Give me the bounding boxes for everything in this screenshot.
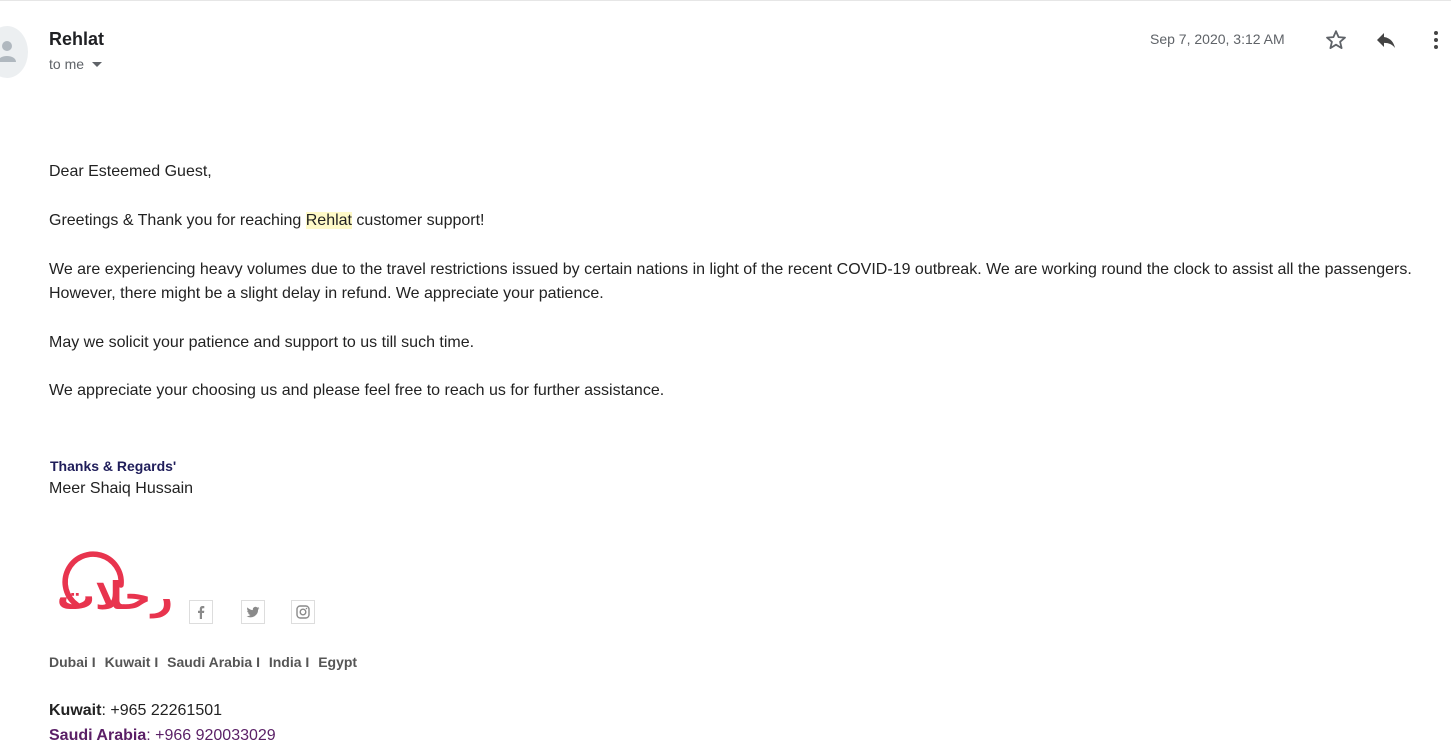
greeting-text: Dear Esteemed Guest, bbox=[49, 163, 212, 180]
contact-phone[interactable]: : +966 920033029 bbox=[146, 727, 275, 744]
country-list: Dubai I Kuwait I Saudi Arabia I India I … bbox=[49, 654, 362, 670]
person-icon bbox=[0, 41, 16, 62]
instagram-link[interactable] bbox=[291, 600, 315, 624]
facebook-icon bbox=[198, 606, 205, 619]
body-paragraph-line-2: However, there might be a slight delay i… bbox=[49, 285, 604, 302]
country-item: Egypt bbox=[318, 654, 358, 670]
facebook-link[interactable] bbox=[189, 600, 213, 624]
greeting-line: Greetings & Thank you for reaching Rehla… bbox=[49, 209, 484, 233]
sender-avatar[interactable] bbox=[0, 26, 28, 78]
highlighted-brand: Rehlat bbox=[305, 212, 352, 229]
top-divider bbox=[0, 0, 1451, 1]
contact-phone[interactable]: : +965 22261501 bbox=[101, 702, 222, 719]
reply-button[interactable] bbox=[1372, 26, 1400, 54]
contact-country: Saudi Arabia bbox=[49, 727, 147, 744]
country-item: India I bbox=[268, 654, 310, 670]
body-paragraph-line-1: We are experiencing heavy volumes due to… bbox=[49, 261, 1412, 278]
reply-icon bbox=[1377, 33, 1395, 48]
message-date: Sep 7, 2020, 3:12 AM bbox=[1150, 31, 1285, 47]
country-item: Kuwait I bbox=[104, 654, 159, 670]
country-item: Saudi Arabia I bbox=[167, 654, 260, 670]
logo-wordmark: رحلات bbox=[57, 574, 173, 618]
more-options-button[interactable] bbox=[1422, 26, 1450, 54]
twitter-link[interactable] bbox=[241, 600, 265, 624]
sender-name[interactable]: Rehlat bbox=[49, 29, 104, 50]
contact-saudi-arabia: Saudi Arabia: +966 920033029 bbox=[49, 727, 276, 745]
country-item: Dubai I bbox=[49, 654, 96, 670]
star-button[interactable] bbox=[1322, 26, 1350, 54]
contact-kuwait: Kuwait: +965 22261501 bbox=[49, 702, 222, 720]
recipient-details-toggle[interactable]: to me bbox=[49, 56, 103, 72]
contact-country: Kuwait bbox=[49, 702, 102, 719]
body-paragraph-4: We appreciate your choosing us and pleas… bbox=[49, 382, 665, 399]
greeting-line-start: Greetings & Thank you for reaching bbox=[49, 212, 306, 229]
signature-regards: Thanks & Regards' bbox=[50, 458, 177, 474]
greeting-line-end: customer support! bbox=[351, 212, 485, 229]
instagram-icon bbox=[296, 605, 310, 619]
star-icon bbox=[1326, 30, 1346, 49]
signature-name: Meer Shaiq Hussain bbox=[49, 480, 194, 497]
more-vert-icon bbox=[1434, 31, 1438, 49]
twitter-icon bbox=[246, 606, 260, 618]
rehlat-logo[interactable]: رحلات bbox=[55, 545, 180, 630]
chevron-down-icon bbox=[92, 62, 103, 67]
recipient-label: to me bbox=[49, 56, 85, 72]
body-paragraph-3: May we solicit your patience and support… bbox=[49, 334, 475, 351]
